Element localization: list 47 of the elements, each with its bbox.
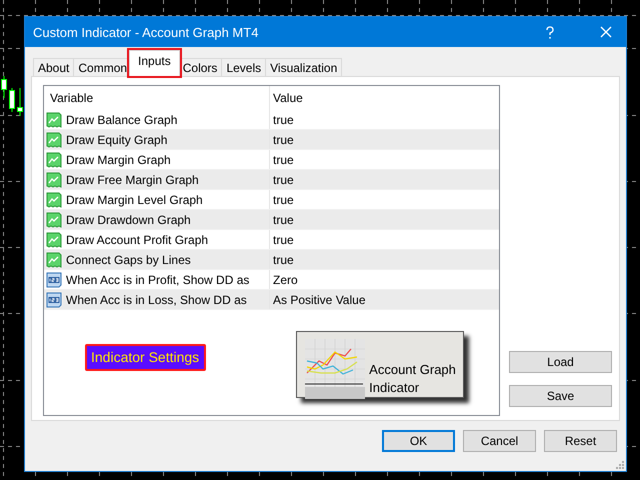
variable-name: Draw Account Profit Graph (66, 232, 208, 246)
side-button[interactable]: Load (509, 351, 612, 373)
line-chart-icon (305, 339, 366, 399)
value-cell[interactable]: true (270, 210, 499, 229)
close-icon[interactable] (600, 26, 612, 38)
value-cell[interactable]: true (270, 150, 499, 169)
chart-icon (46, 252, 62, 268)
value-cell[interactable]: true (270, 190, 499, 209)
chart-icon (46, 172, 62, 188)
tab[interactable]: Inputs (129, 50, 180, 76)
resize-grip-icon[interactable] (616, 461, 624, 469)
dialog-button[interactable]: Cancel (463, 430, 536, 452)
tab[interactable]: Visualization (265, 58, 342, 76)
side-button[interactable]: Save (509, 385, 612, 407)
variable-name: Connect Gaps by Lines (66, 252, 191, 266)
value-cell[interactable]: true (270, 130, 499, 149)
variable-name: When Acc is in Loss, Show DD as (66, 292, 247, 306)
banner-title: Account Graph Indicator (369, 361, 457, 397)
value-cell[interactable]: As Positive Value (270, 290, 499, 309)
chart-icon (46, 132, 62, 148)
value-cell[interactable]: true (270, 110, 499, 129)
chart-icon (46, 232, 62, 248)
value-cell[interactable]: true (270, 250, 499, 269)
value-cell[interactable]: true (270, 170, 499, 189)
value-cell[interactable]: Zero (270, 270, 499, 289)
indicator-settings-label: Indicator Settings (85, 344, 206, 371)
dialog-button[interactable]: OK (382, 430, 455, 452)
value-cell[interactable]: true (270, 230, 499, 249)
number-icon (46, 272, 62, 288)
variable-name: Draw Free Margin Graph (66, 172, 199, 186)
column-header[interactable]: Value (270, 86, 499, 110)
column-header[interactable]: Variable (44, 86, 270, 110)
variable-name: Draw Balance Graph (66, 112, 178, 126)
window-title: Custom Indicator - Account Graph MT4 (33, 24, 260, 40)
chart-icon (46, 112, 62, 128)
dialog-button[interactable]: Reset (544, 430, 617, 452)
tab[interactable]: About (33, 58, 74, 76)
chart-icon (46, 152, 62, 168)
number-icon (46, 292, 62, 308)
variable-name: Draw Margin Level Graph (66, 192, 203, 206)
help-icon[interactable] (545, 26, 555, 38)
chart-icon (46, 212, 62, 228)
chart-icon (46, 192, 62, 208)
variable-name: Draw Margin Graph (66, 152, 171, 166)
variable-name: When Acc is in Profit, Show DD as (66, 272, 250, 286)
variable-name: Draw Equity Graph (66, 132, 168, 146)
variable-name: Draw Drawdown Graph (66, 212, 191, 226)
